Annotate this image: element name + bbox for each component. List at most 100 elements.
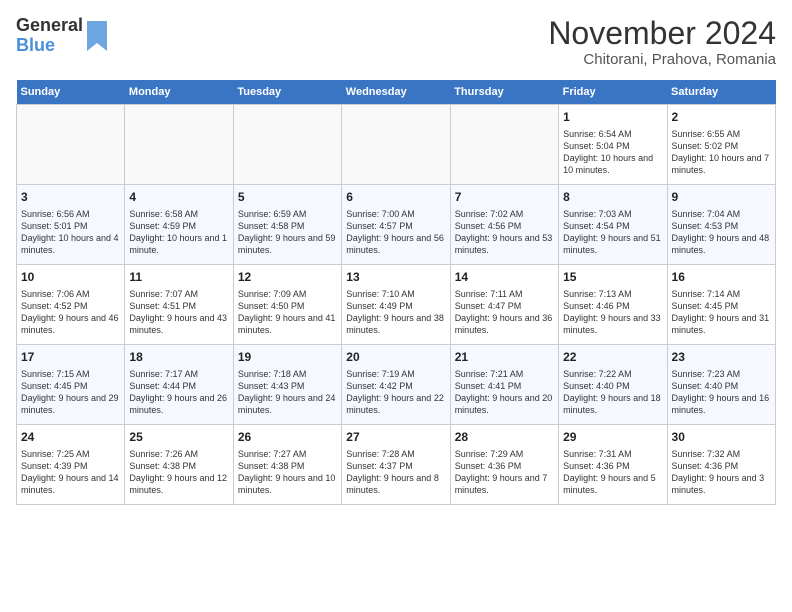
day-number: 18 <box>129 349 228 366</box>
weekday-header-wednesday: Wednesday <box>342 80 450 105</box>
day-content: Sunrise: 7:10 AM Sunset: 4:49 PM Dayligh… <box>346 288 445 337</box>
day-number: 15 <box>563 269 662 286</box>
calendar-empty-cell <box>125 105 233 185</box>
day-number: 5 <box>238 189 337 206</box>
day-number: 26 <box>238 429 337 446</box>
weekday-header-monday: Monday <box>125 80 233 105</box>
calendar-day-5: 5 Sunrise: 6:59 AM Sunset: 4:58 PM Daylig… <box>233 185 341 265</box>
day-content: Sunrise: 7:04 AM Sunset: 4:53 PM Dayligh… <box>672 208 771 257</box>
calendar-day-25: 25 Sunrise: 7:26 AM Sunset: 4:38 PM Dayli… <box>125 425 233 505</box>
day-content: Sunrise: 7:25 AM Sunset: 4:39 PM Dayligh… <box>21 448 120 497</box>
calendar-day-3: 3 Sunrise: 6:56 AM Sunset: 5:01 PM Daylig… <box>17 185 125 265</box>
calendar-empty-cell <box>342 105 450 185</box>
day-content: Sunrise: 7:26 AM Sunset: 4:38 PM Dayligh… <box>129 448 228 497</box>
logo-line2: Blue <box>16 36 83 56</box>
day-content: Sunrise: 7:11 AM Sunset: 4:47 PM Dayligh… <box>455 288 554 337</box>
calendar-empty-cell <box>233 105 341 185</box>
calendar-day-27: 27 Sunrise: 7:28 AM Sunset: 4:37 PM Dayli… <box>342 425 450 505</box>
day-number: 11 <box>129 269 228 286</box>
day-number: 1 <box>563 109 662 126</box>
day-number: 4 <box>129 189 228 206</box>
logo-line1: General <box>16 16 83 36</box>
day-number: 25 <box>129 429 228 446</box>
day-number: 16 <box>672 269 771 286</box>
day-number: 29 <box>563 429 662 446</box>
day-content: Sunrise: 7:18 AM Sunset: 4:43 PM Dayligh… <box>238 368 337 417</box>
day-content: Sunrise: 7:15 AM Sunset: 4:45 PM Dayligh… <box>21 368 120 417</box>
day-number: 30 <box>672 429 771 446</box>
location-subtitle: Chitorani, Prahova, Romania <box>548 51 776 68</box>
day-content: Sunrise: 6:56 AM Sunset: 5:01 PM Dayligh… <box>21 208 120 257</box>
day-content: Sunrise: 7:31 AM Sunset: 4:36 PM Dayligh… <box>563 448 662 497</box>
day-content: Sunrise: 6:54 AM Sunset: 5:04 PM Dayligh… <box>563 128 662 177</box>
day-content: Sunrise: 7:29 AM Sunset: 4:36 PM Dayligh… <box>455 448 554 497</box>
day-number: 17 <box>21 349 120 366</box>
logo-chevron-icon <box>87 21 107 51</box>
day-content: Sunrise: 7:09 AM Sunset: 4:50 PM Dayligh… <box>238 288 337 337</box>
weekday-header-sunday: Sunday <box>17 80 125 105</box>
day-content: Sunrise: 7:23 AM Sunset: 4:40 PM Dayligh… <box>672 368 771 417</box>
calendar-day-30: 30 Sunrise: 7:32 AM Sunset: 4:36 PM Dayli… <box>667 425 775 505</box>
day-content: Sunrise: 7:14 AM Sunset: 4:45 PM Dayligh… <box>672 288 771 337</box>
day-number: 27 <box>346 429 445 446</box>
logo: General Blue <box>16 16 107 56</box>
day-content: Sunrise: 6:59 AM Sunset: 4:58 PM Dayligh… <box>238 208 337 257</box>
day-number: 19 <box>238 349 337 366</box>
calendar-week-2: 3 Sunrise: 6:56 AM Sunset: 5:01 PM Daylig… <box>17 185 776 265</box>
day-number: 23 <box>672 349 771 366</box>
calendar-day-19: 19 Sunrise: 7:18 AM Sunset: 4:43 PM Dayli… <box>233 345 341 425</box>
day-content: Sunrise: 6:58 AM Sunset: 4:59 PM Dayligh… <box>129 208 228 257</box>
day-content: Sunrise: 7:06 AM Sunset: 4:52 PM Dayligh… <box>21 288 120 337</box>
calendar-day-12: 12 Sunrise: 7:09 AM Sunset: 4:50 PM Dayli… <box>233 265 341 345</box>
calendar-day-21: 21 Sunrise: 7:21 AM Sunset: 4:41 PM Dayli… <box>450 345 558 425</box>
day-content: Sunrise: 7:13 AM Sunset: 4:46 PM Dayligh… <box>563 288 662 337</box>
calendar-empty-cell <box>17 105 125 185</box>
day-number: 22 <box>563 349 662 366</box>
calendar-day-10: 10Sunrise: 7:06 AM Sunset: 4:52 PM Dayli… <box>17 265 125 345</box>
calendar-day-23: 23 Sunrise: 7:23 AM Sunset: 4:40 PM Dayli… <box>667 345 775 425</box>
day-content: Sunrise: 7:17 AM Sunset: 4:44 PM Dayligh… <box>129 368 228 417</box>
calendar-day-28: 28 Sunrise: 7:29 AM Sunset: 4:36 PM Dayli… <box>450 425 558 505</box>
calendar-day-13: 13 Sunrise: 7:10 AM Sunset: 4:49 PM Dayli… <box>342 265 450 345</box>
calendar-week-1: 1 Sunrise: 6:54 AM Sunset: 5:04 PM Daylig… <box>17 105 776 185</box>
calendar-day-17: 17 Sunrise: 7:15 AM Sunset: 4:45 PM Dayli… <box>17 345 125 425</box>
calendar-day-24: 24 Sunrise: 7:25 AM Sunset: 4:39 PM Dayli… <box>17 425 125 505</box>
day-content: Sunrise: 7:19 AM Sunset: 4:42 PM Dayligh… <box>346 368 445 417</box>
day-content: Sunrise: 7:28 AM Sunset: 4:37 PM Dayligh… <box>346 448 445 497</box>
calendar-day-2: 2Sunrise: 6:55 AM Sunset: 5:02 PM Daylig… <box>667 105 775 185</box>
page-header: General Blue November 2024 Chitorani, Pr… <box>16 16 776 68</box>
day-content: Sunrise: 7:27 AM Sunset: 4:38 PM Dayligh… <box>238 448 337 497</box>
day-content: Sunrise: 7:21 AM Sunset: 4:41 PM Dayligh… <box>455 368 554 417</box>
weekday-header-tuesday: Tuesday <box>233 80 341 105</box>
calendar-day-14: 14 Sunrise: 7:11 AM Sunset: 4:47 PM Dayli… <box>450 265 558 345</box>
day-number: 9 <box>672 189 771 206</box>
calendar-day-15: 15 Sunrise: 7:13 AM Sunset: 4:46 PM Dayli… <box>559 265 667 345</box>
day-number: 21 <box>455 349 554 366</box>
day-number: 12 <box>238 269 337 286</box>
day-number: 13 <box>346 269 445 286</box>
calendar-table: SundayMondayTuesdayWednesdayThursdayFrid… <box>16 80 776 505</box>
day-content: Sunrise: 7:00 AM Sunset: 4:57 PM Dayligh… <box>346 208 445 257</box>
day-number: 24 <box>21 429 120 446</box>
calendar-day-4: 4 Sunrise: 6:58 AM Sunset: 4:59 PM Daylig… <box>125 185 233 265</box>
day-number: 7 <box>455 189 554 206</box>
day-number: 14 <box>455 269 554 286</box>
day-number: 3 <box>21 189 120 206</box>
day-content: Sunrise: 7:07 AM Sunset: 4:51 PM Dayligh… <box>129 288 228 337</box>
weekday-header-saturday: Saturday <box>667 80 775 105</box>
weekday-header-friday: Friday <box>559 80 667 105</box>
calendar-day-1: 1 Sunrise: 6:54 AM Sunset: 5:04 PM Daylig… <box>559 105 667 185</box>
day-content: Sunrise: 7:22 AM Sunset: 4:40 PM Dayligh… <box>563 368 662 417</box>
calendar-day-18: 18 Sunrise: 7:17 AM Sunset: 4:44 PM Dayli… <box>125 345 233 425</box>
month-title: November 2024 <box>548 16 776 51</box>
day-number: 28 <box>455 429 554 446</box>
calendar-day-7: 7 Sunrise: 7:02 AM Sunset: 4:56 PM Daylig… <box>450 185 558 265</box>
calendar-day-16: 16 Sunrise: 7:14 AM Sunset: 4:45 PM Dayli… <box>667 265 775 345</box>
calendar-day-11: 11 Sunrise: 7:07 AM Sunset: 4:51 PM Dayli… <box>125 265 233 345</box>
day-content: Sunrise: 7:02 AM Sunset: 4:56 PM Dayligh… <box>455 208 554 257</box>
day-content: Sunrise: 7:32 AM Sunset: 4:36 PM Dayligh… <box>672 448 771 497</box>
calendar-day-9: 9 Sunrise: 7:04 AM Sunset: 4:53 PM Daylig… <box>667 185 775 265</box>
day-number: 8 <box>563 189 662 206</box>
day-content: Sunrise: 7:03 AM Sunset: 4:54 PM Dayligh… <box>563 208 662 257</box>
calendar-week-5: 24 Sunrise: 7:25 AM Sunset: 4:39 PM Dayli… <box>17 425 776 505</box>
